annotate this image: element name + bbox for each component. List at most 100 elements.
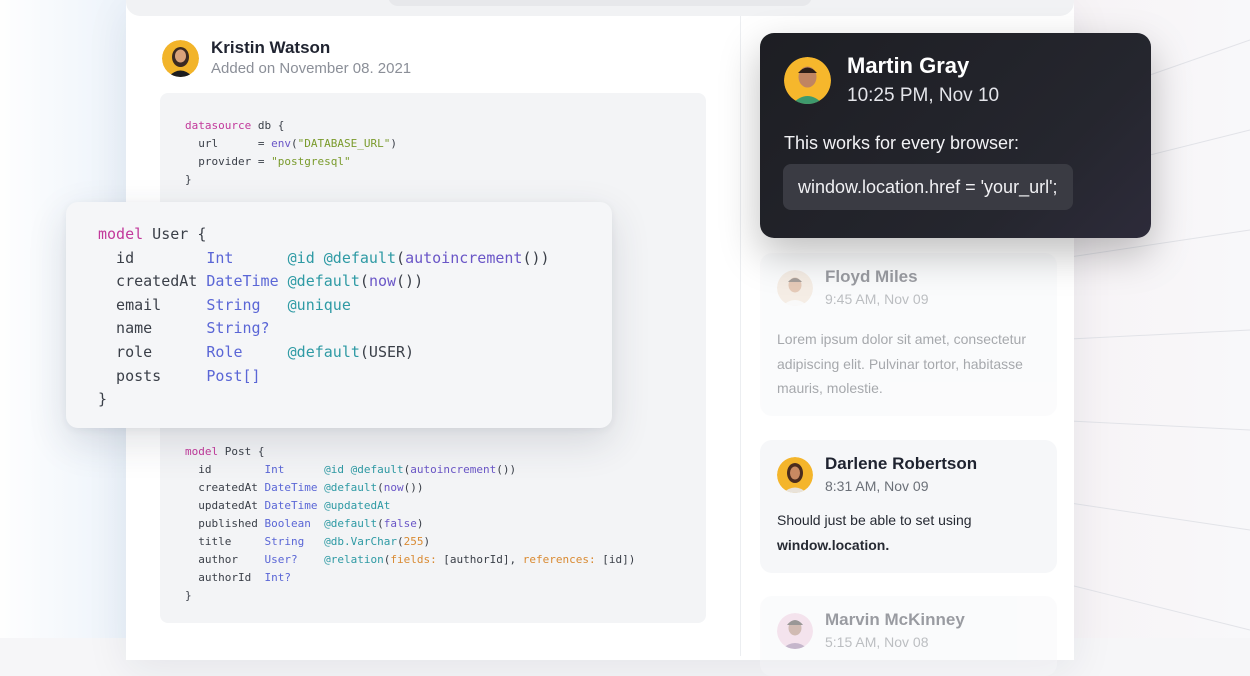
code-token: fields: xyxy=(390,553,437,566)
code-token: ( xyxy=(377,517,384,530)
avatar[interactable] xyxy=(784,57,831,104)
code-token: url xyxy=(185,137,258,150)
code-token: autoincrement xyxy=(410,463,497,476)
code-token: String? xyxy=(206,319,270,338)
code-token: ( xyxy=(290,137,298,150)
code-token: false xyxy=(383,517,417,530)
code-token: @default xyxy=(287,342,360,361)
code-token: ) xyxy=(416,517,424,530)
avatar[interactable] xyxy=(777,457,813,493)
code-token: @default xyxy=(324,517,378,530)
code-token: @unique xyxy=(287,295,351,314)
code-token: authorId xyxy=(185,571,265,584)
code-token: title xyxy=(185,535,265,548)
featured-comment-message: This works for every browser: xyxy=(784,133,1020,153)
post-author: Kristin Watson Added on November 08. 202… xyxy=(162,38,411,79)
code-token: now xyxy=(368,272,397,291)
code-token: email xyxy=(98,295,207,314)
code-token: DateTime xyxy=(264,481,325,494)
comment-time: 5:15 AM, Nov 08 xyxy=(825,634,929,650)
code-token: autoincrement xyxy=(405,248,523,267)
code-token: [authorId], xyxy=(436,553,523,566)
code-token: env xyxy=(271,137,291,150)
featured-comment-time: 10:25 PM, Nov 10 xyxy=(847,85,1000,106)
code-token: ( xyxy=(396,248,406,267)
code-token: Post { xyxy=(218,445,265,458)
comment-card-floyd[interactable]: Floyd Miles 9:45 AM, Nov 09 Lorem ipsum … xyxy=(760,253,1057,416)
code-token: createdAt xyxy=(185,481,265,494)
code-token: "DATABASE_URL" xyxy=(297,137,391,150)
code-token: } xyxy=(185,173,192,186)
code-token: ( xyxy=(359,272,369,291)
code-token: } xyxy=(185,589,192,602)
code-token: Int xyxy=(264,463,325,476)
code-token: Post[] xyxy=(206,366,261,385)
comment-author-name: Marvin McKinney xyxy=(825,610,965,629)
code-token: ( xyxy=(377,481,384,494)
code-token: DateTime xyxy=(206,272,288,291)
code-model-user: model User { id Int @id @default(autoinc… xyxy=(98,223,550,412)
code-token: @id @default xyxy=(287,248,397,267)
comment-body: Should just be able to set using window.… xyxy=(777,508,1042,557)
code-token: User? xyxy=(264,553,325,566)
code-token: (USER) xyxy=(359,342,415,361)
code-token: ()) xyxy=(522,248,550,267)
avatar[interactable] xyxy=(162,40,199,77)
code-token: published xyxy=(185,517,265,530)
code-token: author xyxy=(185,553,265,566)
comment-card-darlene[interactable]: Darlene Robertson 8:31 AM, Nov 09 Should… xyxy=(760,440,1057,573)
code-token: @db.VarChar xyxy=(324,535,397,548)
code-token: @default xyxy=(324,481,378,494)
code-token: Role xyxy=(206,342,288,361)
code-token: String xyxy=(206,295,288,314)
code-token: id xyxy=(185,463,265,476)
code-token: User { xyxy=(143,225,207,243)
comment-body-text: Should just be able to set using xyxy=(777,512,972,528)
code-token: role xyxy=(98,342,207,361)
code-token: Int? xyxy=(264,571,291,584)
comment-time: 8:31 AM, Nov 09 xyxy=(825,478,929,494)
code-token: @relation xyxy=(324,553,384,566)
avatar[interactable] xyxy=(777,270,813,306)
code-token: [id]) xyxy=(595,553,636,566)
comment-body-code: window.location. xyxy=(777,536,890,553)
comment-card-marvin[interactable]: Marvin McKinney 5:15 AM, Nov 08 xyxy=(760,596,1057,676)
code-model-post: model Post { id Int @id @default ( autoinc… xyxy=(185,443,635,605)
code-token: updatedAt xyxy=(185,499,265,512)
code-token: ) xyxy=(423,535,431,548)
post-added-date: Added on November 08. 2021 xyxy=(211,60,412,77)
code-token: ()) xyxy=(396,272,424,291)
code-token: provider xyxy=(185,155,258,168)
code-token: ()) xyxy=(403,481,424,494)
code-token: @updatedAt xyxy=(324,499,391,512)
comment-author-name: Darlene Robertson xyxy=(825,454,978,473)
code-token: ()) xyxy=(496,463,517,476)
code-token: ) xyxy=(390,137,397,150)
code-token: = xyxy=(257,155,272,168)
code-token: now xyxy=(383,481,404,494)
code-token: createdAt xyxy=(98,272,207,291)
featured-comment-card[interactable]: Martin Gray 10:25 PM, Nov 10 This works … xyxy=(760,33,1151,238)
code-token: } xyxy=(98,390,108,409)
code-token: model xyxy=(98,225,144,243)
code-datasource: datasource db { url = env("DATABASE_URL"… xyxy=(185,117,397,189)
comment-body: Lorem ipsum dolor sit amet, consectetur … xyxy=(777,331,1026,396)
code-token: @default xyxy=(287,272,360,291)
code-token: ( xyxy=(396,535,404,548)
featured-comment-author: Martin Gray xyxy=(847,53,970,78)
code-token: model xyxy=(185,445,219,458)
code-token: id xyxy=(98,248,207,267)
code-token: @id @default xyxy=(324,463,404,476)
code-token: DateTime xyxy=(264,499,325,512)
code-token: 255 xyxy=(403,535,424,548)
code-token: name xyxy=(98,319,207,338)
post-author-name: Kristin Watson xyxy=(211,38,331,57)
code-model-user-card: model User { id Int @id @default(autoinc… xyxy=(66,202,612,428)
code-token: Int xyxy=(206,248,288,267)
avatar[interactable] xyxy=(777,613,813,649)
code-token: posts xyxy=(98,366,207,385)
address-pill[interactable] xyxy=(388,0,812,6)
code-token: "postgresql" xyxy=(271,155,351,168)
code-token: datasource xyxy=(185,119,252,132)
featured-comment-code: window.location.href = 'your_url'; xyxy=(783,164,1073,210)
